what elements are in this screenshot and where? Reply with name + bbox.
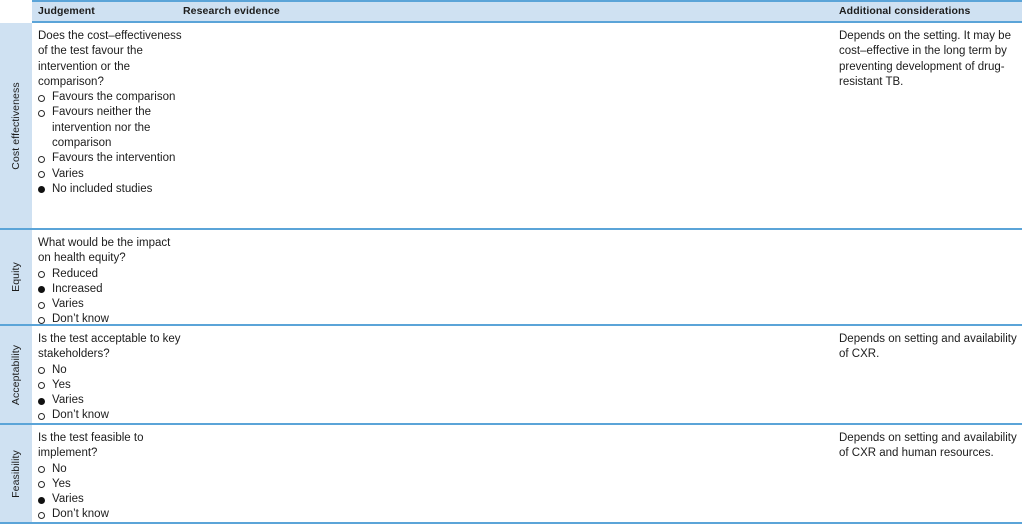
radio-checked-icon[interactable]	[38, 286, 45, 294]
radio-unchecked-icon[interactable]	[38, 382, 45, 390]
judgement-option[interactable]: Yes	[38, 378, 186, 393]
judgement-option-label: Favours the comparison	[52, 91, 176, 104]
row-cells: Does the cost–effectiveness of the test …	[32, 23, 1022, 228]
judgement-option-label: Don’t know	[52, 313, 109, 326]
judgement-option[interactable]: Varies	[38, 297, 186, 312]
judgement-option[interactable]: Favours neither the intervention nor the…	[38, 105, 186, 151]
judgement-option-label: No	[52, 363, 67, 376]
judgement-option-label: Yes	[52, 378, 71, 391]
radio-unchecked-icon[interactable]	[38, 94, 45, 102]
radio-unchecked-icon[interactable]	[38, 155, 45, 163]
additional-considerations-cell: Depends on setting and availability of C…	[839, 432, 1017, 460]
domain-label: Cost effectiveness	[10, 81, 22, 170]
judgement-option[interactable]: Varies	[38, 167, 186, 182]
judgement-option-label: Varies	[52, 298, 84, 311]
judgement-option-label: No	[52, 462, 67, 475]
domain-label: Acceptability	[10, 344, 22, 405]
domain-label-cell: Feasibility	[0, 425, 32, 522]
judgement-option-label: Favours the intervention	[52, 152, 176, 165]
judgement-option-label: Reduced	[52, 267, 99, 280]
radio-unchecked-icon[interactable]	[38, 367, 45, 375]
judgement-option-label: Varies	[52, 493, 84, 506]
additional-considerations-cell: Depends on the setting. It may be cost–e…	[839, 30, 1011, 88]
table-row: Equity What would be the impact on health…	[0, 230, 1022, 326]
radio-unchecked-icon[interactable]	[38, 511, 45, 519]
domain-label-cell: Acceptability	[0, 326, 32, 423]
judgement-option[interactable]: Reduced	[38, 267, 186, 282]
row-cells: Is the test feasible to implement? No Yes V…	[32, 425, 1022, 522]
table-row: Acceptability Is the test acceptable to k…	[0, 326, 1022, 425]
judgement-option[interactable]: Yes	[38, 477, 186, 492]
judgement-option-label: Increased	[52, 282, 103, 295]
judgement-option[interactable]: Don’t know	[38, 408, 186, 423]
domain-label: Equity	[10, 262, 22, 292]
table-body: Cost effectiveness Does the cost–effectiv…	[0, 23, 1022, 524]
judgement-option-label: Varies	[52, 167, 84, 180]
judgement-cell: Is the test feasible to implement? No Yes V…	[38, 431, 186, 523]
radio-unchecked-icon[interactable]	[38, 481, 45, 489]
radio-unchecked-icon[interactable]	[38, 316, 45, 324]
judgement-option[interactable]: Varies	[38, 492, 186, 507]
judgement-cell: Does the cost–effectiveness of the test …	[38, 29, 186, 197]
radio-unchecked-icon[interactable]	[38, 466, 45, 474]
judgement-option[interactable]: No included studies	[38, 182, 186, 197]
domain-label-cell: Cost effectiveness	[0, 23, 32, 228]
radio-checked-icon[interactable]	[38, 186, 45, 194]
additional-considerations-cell: Depends on setting and availability of C…	[839, 333, 1017, 361]
judgement-question: Does the cost–effectiveness of the test …	[38, 30, 182, 88]
domain-label-cell: Equity	[0, 230, 32, 324]
radio-unchecked-icon[interactable]	[38, 412, 45, 420]
judgement-option[interactable]: Varies	[38, 393, 186, 408]
judgement-option-label: No included studies	[52, 182, 153, 195]
evidence-to-decision-table: Judgement Research evidence Additional c…	[0, 0, 1022, 524]
row-cells: What would be the impact on health equit…	[32, 230, 1022, 325]
column-header-research-evidence: Research evidence	[183, 5, 280, 17]
judgement-option-label: Varies	[52, 394, 84, 407]
domain-label: Feasibility	[10, 449, 22, 498]
table-header-row: Judgement Research evidence Additional c…	[32, 0, 1022, 23]
judgement-question: Is the test feasible to implement?	[38, 432, 144, 460]
row-cells: Is the test acceptable to key stakeholde…	[32, 326, 1022, 423]
radio-checked-icon[interactable]	[38, 496, 45, 504]
table-row: Cost effectiveness Does the cost–effectiv…	[0, 23, 1022, 230]
judgement-option-group: No Yes Varies Don’t know	[38, 462, 186, 523]
judgement-option[interactable]: Favours the intervention	[38, 151, 186, 166]
radio-unchecked-icon[interactable]	[38, 301, 45, 309]
judgement-cell: Is the test acceptable to key stakeholde…	[38, 332, 186, 424]
judgement-option-label: Don’t know	[52, 508, 109, 521]
judgement-option-label: Don’t know	[52, 409, 109, 422]
judgement-option-group: Reduced Increased Varies Don’t know	[38, 267, 186, 328]
judgement-option-label: Yes	[52, 477, 71, 490]
radio-unchecked-icon[interactable]	[38, 171, 45, 179]
judgement-option[interactable]: Increased	[38, 282, 186, 297]
judgement-option-label: Favours neither the intervention nor the…	[52, 106, 152, 150]
judgement-option-group: Favours the comparison Favours neither th…	[38, 90, 186, 197]
judgement-option-group: No Yes Varies Don’t know	[38, 363, 186, 424]
judgement-option[interactable]: No	[38, 363, 186, 378]
radio-unchecked-icon[interactable]	[38, 109, 45, 117]
radio-unchecked-icon[interactable]	[38, 271, 45, 279]
judgement-option[interactable]: Favours the comparison	[38, 90, 186, 105]
judgement-option[interactable]: No	[38, 462, 186, 477]
table-row: Feasibility Is the test feasible to imple…	[0, 425, 1022, 524]
column-header-judgement: Judgement	[38, 5, 95, 17]
judgement-question: What would be the impact on health equit…	[38, 237, 171, 265]
radio-checked-icon[interactable]	[38, 397, 45, 405]
column-header-additional-considerations: Additional considerations	[839, 5, 971, 17]
judgement-option[interactable]: Don’t know	[38, 507, 186, 522]
judgement-question: Is the test acceptable to key stakeholde…	[38, 333, 181, 361]
judgement-cell: What would be the impact on health equit…	[38, 236, 186, 328]
